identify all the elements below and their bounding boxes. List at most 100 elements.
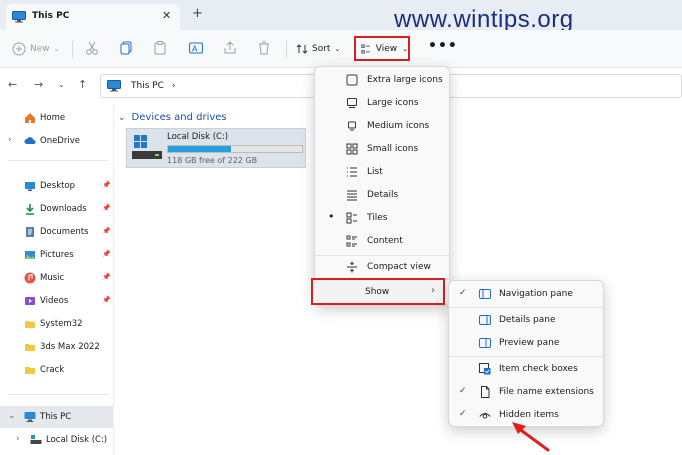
menu-item-compact-view[interactable]: Compact view — [315, 256, 449, 279]
sidebar-item-system32[interactable]: System32 — [0, 314, 113, 334]
menu-item-label: Compact view — [367, 262, 431, 272]
pin-icon[interactable]: 📌 — [102, 227, 111, 235]
navigation-pane: Home › OneDrive Desktop 📌 Downloads 📌 Do… — [0, 104, 114, 455]
details-pane-icon — [479, 315, 491, 325]
checkmark-icon: ✓ — [459, 386, 467, 396]
new-button[interactable]: New ⌄ — [12, 38, 60, 60]
delete-icon[interactable] — [256, 40, 272, 56]
eye-icon — [479, 413, 491, 419]
share-icon[interactable] — [222, 40, 238, 56]
medium-icons-icon — [348, 121, 356, 131]
breadcrumb-chevron-icon[interactable]: › — [172, 81, 176, 91]
menu-item-label: Tiles — [367, 213, 388, 223]
cut-icon[interactable] — [84, 40, 100, 56]
menu-item-label: Show — [365, 287, 390, 297]
sidebar-item-desktop[interactable]: Desktop 📌 — [0, 176, 113, 196]
computer-icon — [12, 11, 26, 26]
menu-item-label: Content — [367, 236, 403, 246]
breadcrumb-this-pc[interactable]: This PC — [131, 81, 164, 91]
back-arrow-icon[interactable]: ← — [8, 78, 17, 91]
menu-item-label: Medium icons — [367, 121, 430, 131]
copy-icon[interactable] — [118, 40, 134, 56]
sidebar-item-pictures[interactable]: Pictures 📌 — [0, 245, 113, 265]
chevron-right-icon[interactable]: › — [8, 135, 12, 145]
sidebar-item-this-pc[interactable]: ⌄ This PC — [0, 406, 113, 428]
menu-item-item-check-boxes[interactable]: Item check boxes — [449, 358, 603, 381]
sidebar-item-videos[interactable]: Videos 📌 — [0, 291, 113, 311]
pin-icon[interactable]: 📌 — [102, 296, 111, 304]
computer-icon — [107, 80, 121, 95]
chevron-down-icon: ⌄ — [53, 45, 60, 53]
drive-tile-local-disk[interactable]: Local Disk (C:) 118 GB free of 222 GB — [126, 128, 306, 168]
close-tab-button[interactable]: ✕ — [162, 9, 171, 22]
sidebar-item-crack[interactable]: Crack — [0, 360, 113, 380]
view-button[interactable]: View ⌄ — [354, 36, 410, 61]
chevron-right-icon[interactable]: › — [16, 434, 20, 444]
breadcrumb[interactable]: This PC › — [131, 81, 175, 91]
navigation-pane-icon — [479, 289, 491, 299]
sidebar-item-onedrive[interactable]: › OneDrive — [0, 131, 113, 151]
menu-item-preview-pane[interactable]: Preview pane — [449, 332, 603, 355]
view-icon — [361, 44, 370, 53]
small-icons-icon — [346, 143, 358, 155]
folder-icon — [25, 344, 35, 351]
sidebar-item-label: Crack — [40, 365, 65, 375]
chevron-down-icon[interactable]: ⌄ — [8, 411, 16, 421]
menu-item-list[interactable]: List — [315, 161, 449, 184]
up-arrow-icon[interactable]: ↑ — [78, 78, 87, 91]
tab-this-pc[interactable]: This PC ✕ — [6, 4, 180, 30]
group-header-devices[interactable]: ⌄ Devices and drives — [118, 112, 227, 123]
new-tab-button[interactable]: + — [192, 6, 203, 21]
paste-icon[interactable] — [152, 40, 168, 56]
menu-item-tiles[interactable]: • Tiles — [315, 207, 449, 230]
menu-item-medium-icons[interactable]: Medium icons — [315, 115, 449, 138]
tiles-icon — [346, 212, 357, 224]
preview-pane-icon — [479, 338, 491, 348]
drive-usage-bar — [167, 145, 303, 153]
pin-icon[interactable]: 📌 — [102, 250, 111, 258]
forward-arrow-icon[interactable]: → — [34, 78, 43, 91]
sidebar-divider — [8, 160, 108, 161]
sidebar-item-3ds-max-2022[interactable]: 3ds Max 2022 — [0, 337, 113, 357]
tab-title: This PC — [32, 11, 70, 21]
menu-item-navigation-pane[interactable]: ✓ Navigation pane — [449, 283, 603, 306]
menu-item-label: List — [367, 167, 383, 177]
rename-icon[interactable]: A — [188, 40, 204, 56]
toolbar-divider — [286, 41, 287, 58]
menu-item-file-name-extensions[interactable]: ✓ File name extensions — [449, 381, 603, 404]
menu-item-extra-large-icons[interactable]: Extra large icons — [315, 69, 449, 92]
folder-icon — [25, 367, 35, 374]
chevron-down-icon[interactable]: ⌄ — [118, 113, 126, 123]
menu-item-content[interactable]: Content — [315, 230, 449, 253]
list-icon — [347, 167, 357, 177]
menu-item-label: Large icons — [367, 98, 419, 108]
menu-item-details[interactable]: Details — [315, 184, 449, 207]
sort-button[interactable]: Sort ⌄ — [296, 38, 340, 60]
drive-icon — [30, 435, 42, 444]
sidebar-item-home[interactable]: Home — [0, 108, 113, 128]
pin-icon[interactable]: 📌 — [102, 204, 111, 212]
recent-chevron-icon[interactable]: ⌄ — [58, 80, 65, 89]
sidebar-item-local-disk[interactable]: › Local Disk (C:) — [0, 430, 113, 450]
sidebar-item-documents[interactable]: Documents 📌 — [0, 222, 113, 242]
large-icons-icon — [347, 98, 357, 108]
menu-item-label: Details — [367, 190, 399, 200]
details-icon — [347, 190, 357, 201]
sidebar-item-label: Pictures — [40, 250, 74, 260]
documents-icon — [26, 227, 34, 237]
menu-item-details-pane[interactable]: Details pane — [449, 309, 603, 332]
menu-item-small-icons[interactable]: Small icons — [315, 138, 449, 161]
sidebar-item-downloads[interactable]: Downloads 📌 — [0, 199, 113, 219]
menu-item-show[interactable]: Show › — [311, 278, 445, 305]
pictures-icon — [25, 251, 35, 259]
annotation-arrow-icon — [512, 422, 550, 452]
more-options-button[interactable]: ••• — [428, 38, 458, 54]
pin-icon[interactable]: 📌 — [102, 181, 111, 189]
pin-icon[interactable]: 📌 — [102, 273, 111, 281]
home-icon — [25, 113, 35, 123]
menu-item-large-icons[interactable]: Large icons — [315, 92, 449, 115]
sidebar-item-music[interactable]: Music 📌 — [0, 268, 113, 288]
menu-item-label: Extra large icons — [367, 75, 443, 85]
menu-item-label: Small icons — [367, 144, 419, 154]
menu-item-label: Preview pane — [499, 338, 560, 348]
